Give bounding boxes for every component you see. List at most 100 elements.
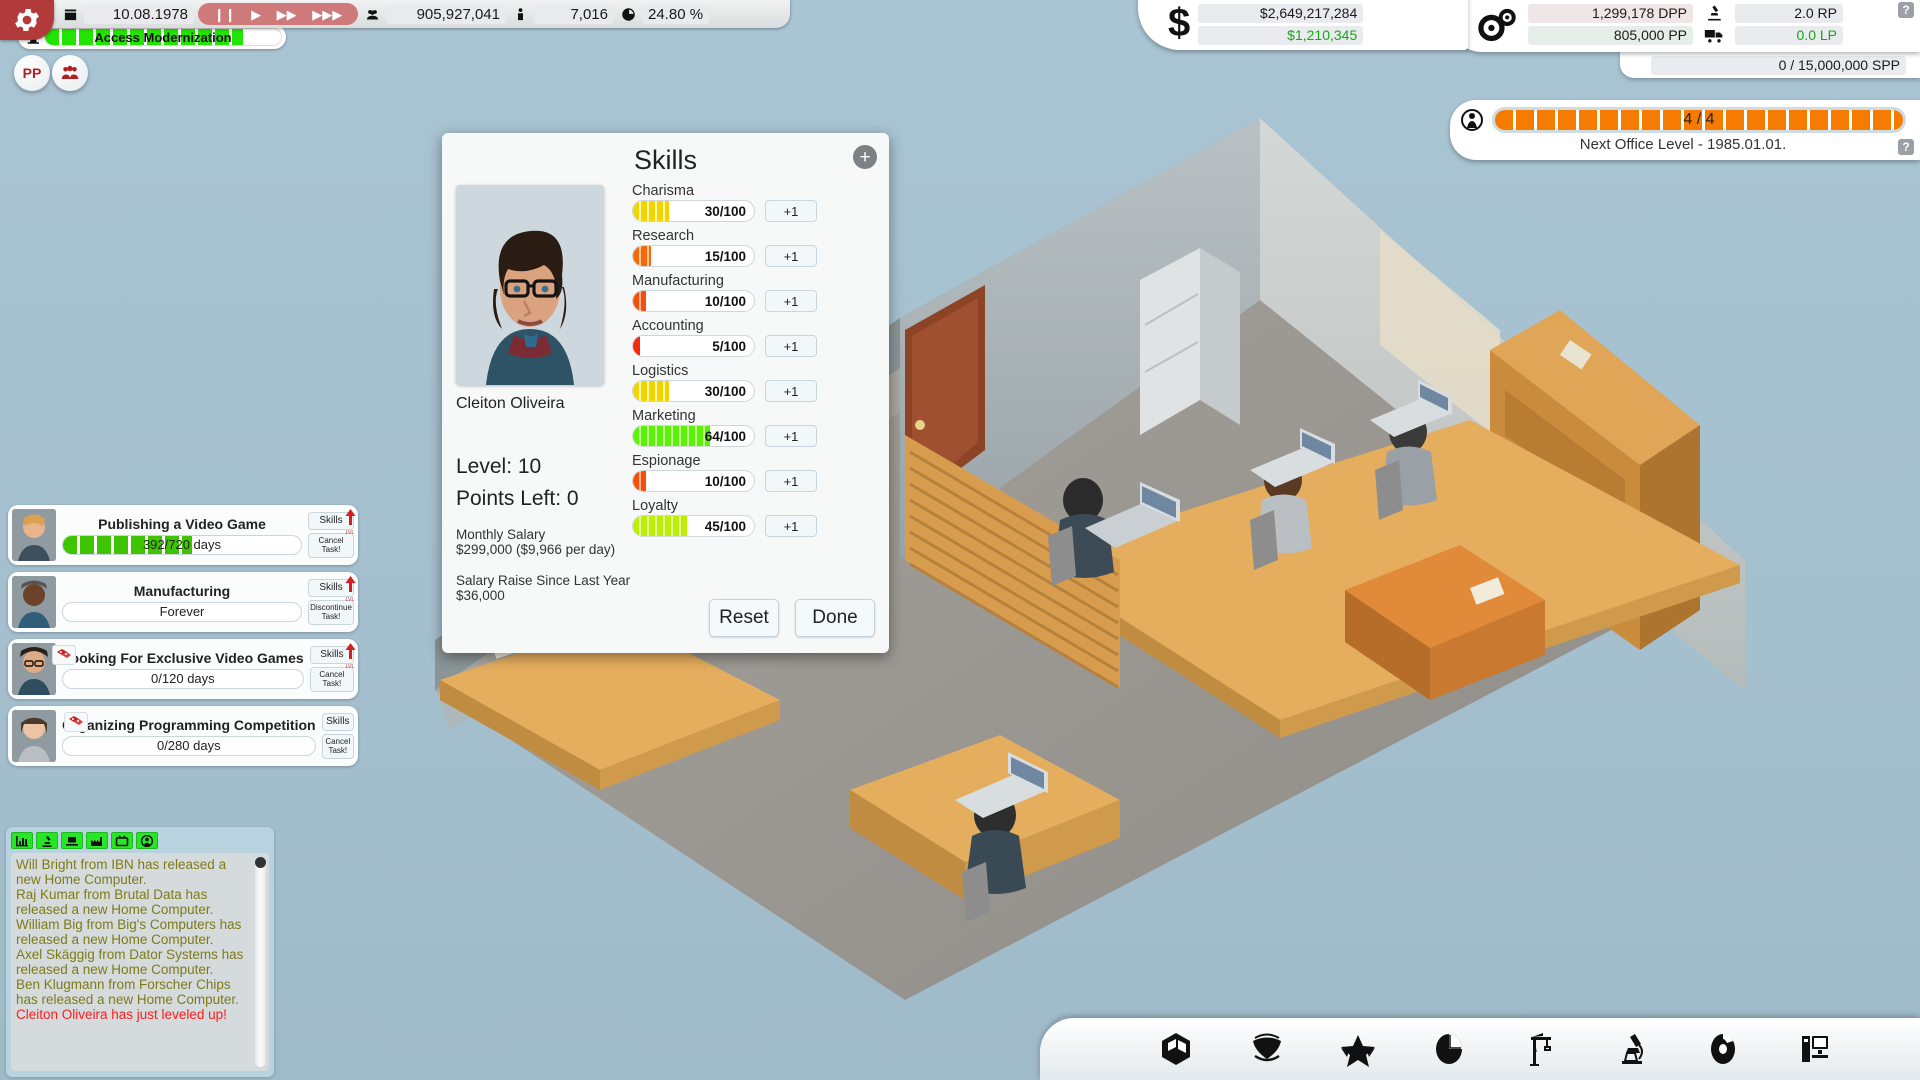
skills-column: Charisma 30/100 +1 Research 15/100 +1 Ma… [632, 183, 877, 543]
task-list: Publishing a Video Game 392/720 days Ski… [8, 505, 358, 773]
news-tab-factory[interactable] [86, 832, 108, 849]
news-item: William Big from Big's Computers has rel… [16, 917, 242, 947]
salary-raise-label: Salary Raise Since Last Year [456, 573, 631, 588]
news-tab-research[interactable] [36, 832, 58, 849]
skill-bar: 30/100 [632, 380, 755, 402]
done-button[interactable]: Done [795, 599, 875, 637]
star-icon[interactable] [1336, 1027, 1380, 1071]
production-help-badge[interactable]: ? [1898, 2, 1914, 18]
office-help-badge[interactable]: ? [1898, 139, 1914, 155]
skill-increment-button[interactable]: +1 [765, 200, 817, 222]
task-skills-button[interactable]: Skills [321, 712, 354, 732]
news-scrollbar[interactable] [255, 857, 266, 1067]
rp-value: 2.0 RP [1735, 3, 1843, 23]
task-progress-text: 392/720 days [142, 537, 222, 552]
skill-row: Research 15/100 +1 [632, 228, 877, 267]
skill-value: 45/100 [704, 518, 746, 534]
pp-button-label: PP [22, 65, 42, 81]
task-title: Organizing Programming Competition [62, 716, 316, 733]
top-status-bar: 10.08.1978 ❙❙ ▶ ▶▶ ▶▶▶ 905,927,041 7,016… [0, 0, 790, 28]
task-title: Looking For Exclusive Video Games [62, 649, 304, 666]
news-item: Raj Kumar from Brutal Data has released … [16, 887, 214, 917]
dpp-value: 1,299,178 DPP [1528, 3, 1693, 23]
research-progress-bar: Access Modernization [44, 28, 282, 46]
add-point-button[interactable]: + [853, 145, 877, 169]
employee-portrait [456, 185, 604, 385]
skill-row: Manufacturing 10/100 +1 [632, 273, 877, 312]
news-scroll-thumb[interactable] [255, 857, 266, 868]
fast-forward-button[interactable]: ▶▶ [277, 8, 297, 21]
task-cancel-button[interactable]: Cancel Task! [308, 533, 354, 559]
task-row[interactable]: Publishing a Video Game 392/720 days Ski… [8, 505, 358, 565]
news-filter-tabs[interactable] [11, 832, 269, 849]
skill-increment-button[interactable]: +1 [765, 380, 817, 402]
skill-value: 15/100 [704, 248, 746, 264]
skill-increment-button[interactable]: +1 [765, 245, 817, 267]
production-panel: 1,299,178 DPP 805,000 PP 2.0 RP 0.0 LP ? [1450, 0, 1920, 52]
pie-chart-icon[interactable] [1427, 1027, 1471, 1071]
employee-points-left: Points Left: 0 [456, 487, 579, 510]
pp-value: 805,000 PP [1528, 25, 1693, 45]
research-point-icon [1701, 4, 1727, 23]
game-date: 10.08.1978 [84, 4, 194, 24]
skill-name: Loyalty [632, 498, 678, 514]
skill-row: Charisma 30/100 +1 [632, 183, 877, 222]
microscope-icon[interactable] [1610, 1027, 1654, 1071]
task-row[interactable]: Manufacturing Forever Skills Discontinue… [8, 572, 358, 632]
task-cancel-button[interactable]: Cancel Task! [309, 667, 354, 693]
task-row[interactable]: Looking For Exclusive Video Games 0/120 … [8, 639, 358, 699]
task-row[interactable]: Organizing Programming Competition 0/280… [8, 706, 358, 766]
balance-value: $2,649,217,284 [1198, 3, 1364, 23]
market-share-icon [618, 7, 638, 22]
news-tab-computer[interactable] [61, 832, 83, 849]
bottom-toolbar [1040, 1018, 1920, 1080]
pause-button[interactable]: ❙❙ [214, 8, 236, 21]
skill-row: Loyalty 45/100 +1 [632, 498, 877, 537]
skill-increment-button[interactable]: +1 [765, 515, 817, 537]
skill-increment-button[interactable]: +1 [765, 425, 817, 447]
skill-increment-button[interactable]: +1 [765, 290, 817, 312]
skill-increment-button[interactable]: +1 [765, 470, 817, 492]
market-share-value: 24.80 % [642, 4, 710, 24]
disc-icon[interactable] [1701, 1027, 1745, 1071]
dialog-actions: Reset Done [709, 599, 875, 637]
world-map-icon[interactable] [1245, 1027, 1289, 1071]
task-title: Manufacturing [133, 582, 231, 599]
task-progress-bar: 392/720 days [62, 534, 302, 555]
monthly-salary-block: Monthly Salary $299,000 ($9,966 per day) [456, 527, 646, 557]
employee-info-column: Cleiton Oliveira Level: 10 Points Left: … [456, 185, 630, 603]
office-level-progress-bar: 4 / 4 [1492, 107, 1906, 133]
research-progress-widget[interactable]: Access Modernization [18, 25, 286, 49]
news-tab-chart[interactable] [11, 832, 33, 849]
employees-button[interactable] [52, 55, 88, 91]
skill-name: Espionage [632, 453, 701, 469]
research-project-name: Access Modernization [94, 29, 232, 45]
news-tab-person[interactable] [136, 832, 158, 849]
skill-row: Accounting 5/100 +1 [632, 318, 877, 357]
skill-increment-button[interactable]: +1 [765, 335, 817, 357]
employee-name: Cleiton Oliveira [456, 395, 565, 412]
computer-icon[interactable] [1792, 1027, 1836, 1071]
monthly-salary-label: Monthly Salary [456, 527, 546, 542]
employee-avatar [12, 710, 56, 762]
very-fast-forward-button[interactable]: ▶▶▶ [312, 8, 342, 21]
pp-button[interactable]: PP [14, 55, 50, 91]
people-icon [61, 65, 79, 79]
fans-icon [362, 7, 382, 22]
skill-name: Manufacturing [632, 273, 724, 289]
gears-icon [1476, 7, 1520, 41]
skill-row: Logistics 30/100 +1 [632, 363, 877, 402]
settings-gear-button[interactable] [0, 0, 54, 40]
task-discontinue-button[interactable]: Discontinue Task! [308, 600, 354, 626]
play-button[interactable]: ▶ [251, 8, 261, 21]
speed-controls[interactable]: ❙❙ ▶ ▶▶ ▶▶▶ [198, 3, 358, 25]
crane-icon[interactable] [1519, 1027, 1563, 1071]
task-progress-bar: 0/120 days [62, 668, 304, 689]
product-box-icon[interactable] [1154, 1027, 1198, 1071]
skill-row: Marketing 64/100 +1 [632, 408, 877, 447]
task-cancel-button[interactable]: Cancel Task! [321, 734, 354, 760]
employee-icon [510, 7, 530, 22]
news-tab-tv[interactable] [111, 832, 133, 849]
skill-bar: 45/100 [632, 515, 755, 537]
reset-button[interactable]: Reset [709, 599, 779, 637]
